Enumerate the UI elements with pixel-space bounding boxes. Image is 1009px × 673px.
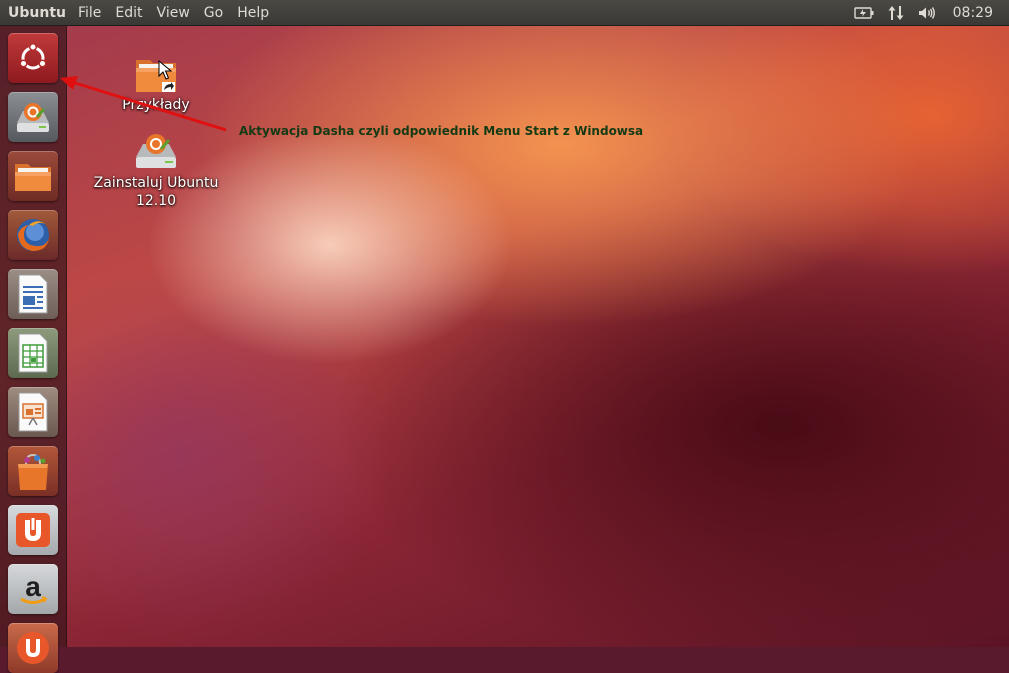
install-ubuntu-desktop-icon	[90, 130, 222, 174]
install-ubuntu-icon	[13, 97, 53, 137]
ubuntu-one-music-launcher[interactable]	[8, 623, 58, 673]
indicator-area: 08:29	[847, 0, 1009, 25]
network-icon[interactable]	[881, 0, 911, 25]
ubuntu-one-music-icon	[14, 629, 52, 667]
firefox-icon	[12, 214, 54, 256]
menu-view[interactable]: View	[150, 5, 197, 21]
battery-icon[interactable]	[847, 0, 881, 25]
impress-launcher[interactable]	[8, 387, 58, 437]
firefox-launcher[interactable]	[8, 210, 58, 260]
amazon-launcher[interactable]: a	[8, 564, 58, 614]
launcher: a	[0, 26, 67, 673]
dash-home-button[interactable]	[8, 33, 58, 83]
libreoffice-impress-icon	[16, 391, 50, 433]
top-panel: Ubuntu File Edit View Go Help 08:29	[0, 0, 1009, 26]
desktop-icon-install-ubuntu[interactable]: Zainstaluj Ubuntu 12.10	[90, 130, 222, 210]
app-name: Ubuntu	[8, 4, 66, 21]
svg-text:a: a	[25, 571, 41, 602]
ubuntu-one-launcher[interactable]	[8, 505, 58, 555]
desktop-icon-examples[interactable]: Przykłady	[118, 52, 194, 114]
clock[interactable]: 08:29	[943, 5, 1009, 21]
menu-help[interactable]: Help	[230, 5, 276, 21]
software-center-launcher[interactable]	[8, 446, 58, 496]
libreoffice-writer-icon	[16, 273, 50, 315]
desktop-wallpaper	[0, 25, 1009, 647]
files-folder-icon	[13, 158, 53, 194]
annotation-text: Aktywacja Dasha czyli odpowiednik Menu S…	[239, 124, 644, 138]
menu-edit[interactable]: Edit	[108, 5, 149, 21]
install-ubuntu-launcher[interactable]	[8, 92, 58, 142]
volume-icon[interactable]	[911, 0, 943, 25]
desktop-icon-label: Zainstaluj Ubuntu 12.10	[93, 175, 219, 209]
files-launcher[interactable]	[8, 151, 58, 201]
folder-icon	[118, 52, 194, 96]
ubuntu-software-center-icon	[13, 450, 53, 492]
ubuntu-one-icon	[14, 511, 52, 549]
writer-launcher[interactable]	[8, 269, 58, 319]
menu-file[interactable]: File	[71, 5, 108, 21]
dash-home-icon	[16, 41, 50, 75]
desktop-icon-label: Przykłady	[122, 97, 190, 113]
amazon-icon: a	[15, 570, 51, 608]
menu-go[interactable]: Go	[197, 5, 230, 21]
calc-launcher[interactable]	[8, 328, 58, 378]
libreoffice-calc-icon	[16, 332, 50, 374]
mouse-cursor-icon	[158, 60, 172, 80]
